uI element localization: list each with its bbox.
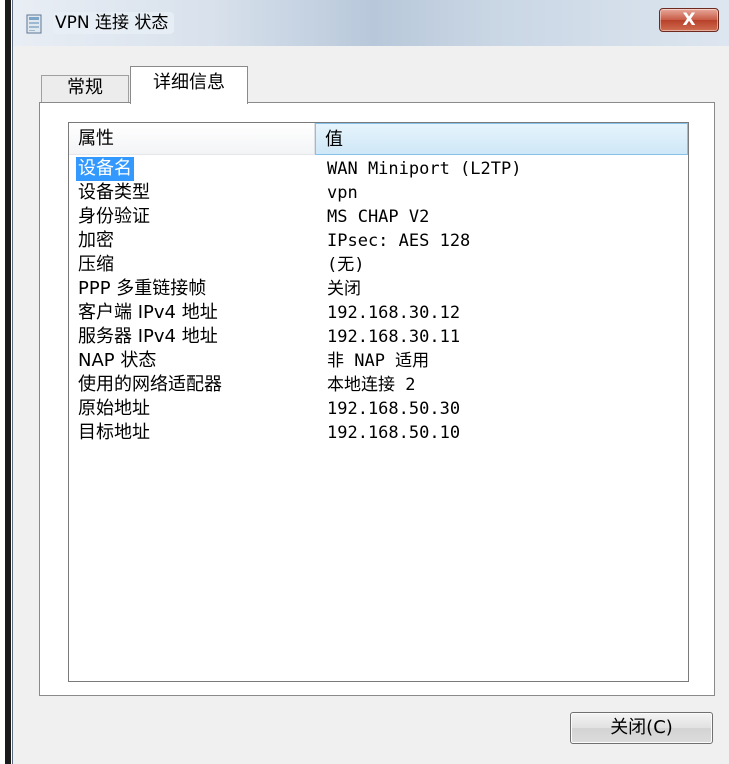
property-cell: 加密 (78, 230, 114, 251)
value-cell: 192.168.30.12 (327, 303, 461, 323)
tab-details[interactable]: 详细信息 (130, 66, 248, 104)
table-row[interactable]: 原始地址 192.168.50.30 (69, 397, 688, 421)
details-listview[interactable]: 属性 值 设备名 WAN Miniport (L2TP) 设备类型 vpn 身份验证 MS… (68, 122, 689, 682)
value-cell: WAN Miniport (L2TP) (327, 159, 522, 179)
value-cell: vpn (327, 183, 358, 203)
listview-header: 属性 值 (69, 123, 688, 155)
background-window-edge (0, 0, 12, 764)
value-cell: (无) (327, 255, 365, 275)
value-cell: 192.168.50.30 (327, 399, 461, 419)
property-cell: 设备类型 (78, 182, 150, 203)
property-cell: 服务器 IPv4 地址 (78, 326, 218, 347)
table-row[interactable]: PPP 多重链接帧 关闭 (69, 277, 688, 301)
table-row[interactable]: 设备名 WAN Miniport (L2TP) (69, 157, 688, 181)
vpn-status-dialog: VPN 连接 状态 X 常规 详细信息 属性 值 设备名 WAN Miniport… (12, 0, 729, 764)
property-cell: 目标地址 (78, 422, 150, 443)
table-row[interactable]: 服务器 IPv4 地址 192.168.30.11 (69, 325, 688, 349)
property-cell: 压缩 (78, 254, 114, 275)
value-cell: IPsec: AES 128 (327, 231, 471, 251)
table-row[interactable]: 目标地址 192.168.50.10 (69, 421, 688, 445)
network-connection-icon (26, 14, 42, 34)
background-window-strip (5, 0, 11, 764)
table-row[interactable]: 加密 IPsec: AES 128 (69, 229, 688, 253)
close-button[interactable]: 关闭(C) (570, 712, 713, 744)
listview-body: 设备名 WAN Miniport (L2TP) 设备类型 vpn 身份验证 MS CHAP… (69, 157, 688, 445)
column-header-property[interactable]: 属性 (69, 123, 315, 155)
table-row[interactable]: 客户端 IPv4 地址 192.168.30.12 (69, 301, 688, 325)
window-title: VPN 连接 状态 (53, 12, 175, 34)
table-row[interactable]: 压缩 (无) (69, 253, 688, 277)
value-cell: 192.168.30.11 (327, 327, 461, 347)
property-cell: PPP 多重链接帧 (78, 278, 207, 299)
table-row[interactable]: 身份验证 MS CHAP V2 (69, 205, 688, 229)
property-cell: 设备名 (76, 157, 134, 181)
value-cell: 非 NAP 适用 (327, 351, 430, 371)
value-cell: 本地连接 2 (327, 375, 416, 395)
property-cell: 原始地址 (78, 398, 150, 419)
title-bar[interactable]: VPN 连接 状态 X (13, 0, 729, 46)
column-header-value[interactable]: 值 (315, 123, 688, 155)
close-icon: X (682, 10, 696, 30)
details-tab-panel: 属性 值 设备名 WAN Miniport (L2TP) 设备类型 vpn 身份验证 MS… (39, 102, 715, 696)
value-cell: MS CHAP V2 (327, 207, 430, 227)
value-cell: 192.168.50.10 (327, 423, 461, 443)
property-cell: 客户端 IPv4 地址 (78, 302, 218, 323)
table-row[interactable]: 使用的网络适配器 本地连接 2 (69, 373, 688, 397)
table-row[interactable]: NAP 状态 非 NAP 适用 (69, 349, 688, 373)
value-cell: 关闭 (327, 279, 361, 299)
table-row[interactable]: 设备类型 vpn (69, 181, 688, 205)
property-cell: 使用的网络适配器 (78, 374, 222, 395)
window-close-button[interactable]: X (659, 8, 719, 32)
property-cell: NAP 状态 (78, 350, 157, 371)
tab-general[interactable]: 常规 (41, 75, 129, 103)
property-cell: 身份验证 (78, 206, 150, 227)
